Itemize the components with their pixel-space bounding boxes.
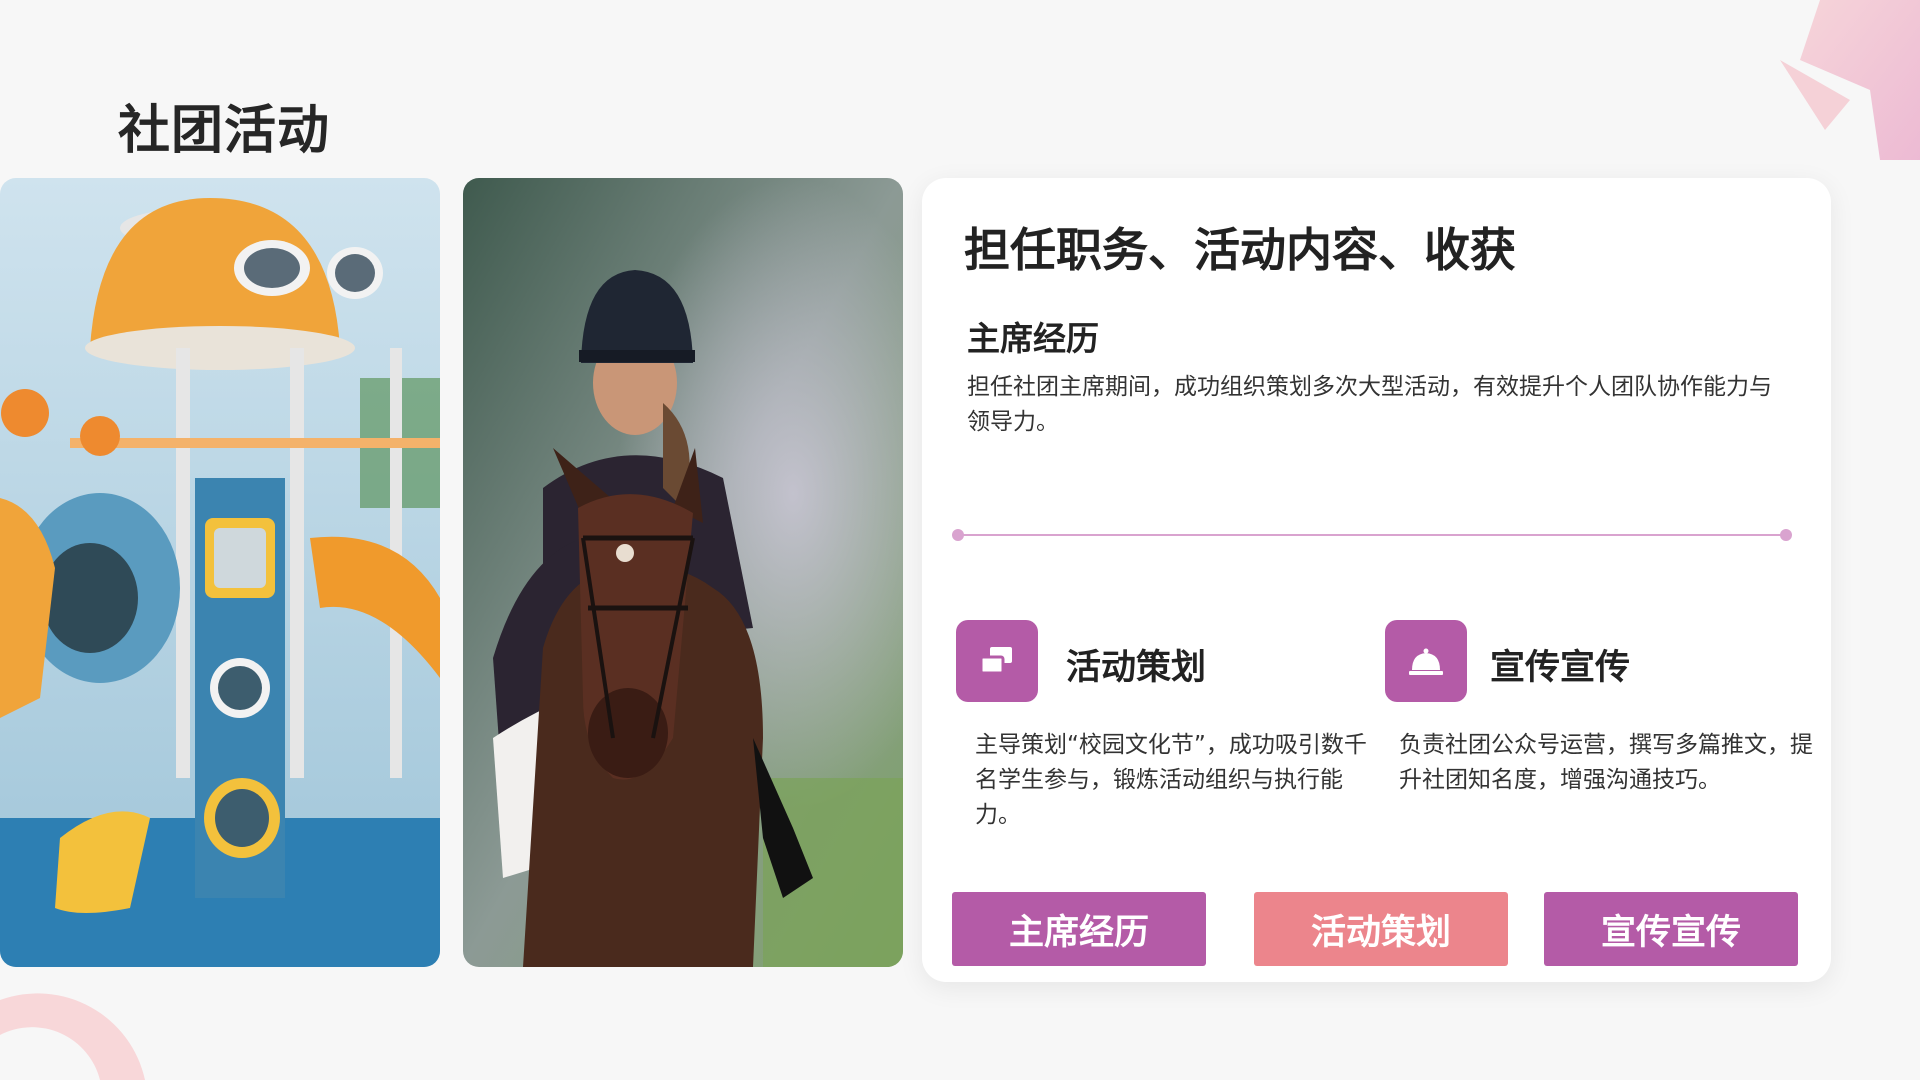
horse-rider-photo xyxy=(463,178,903,967)
windows-icon xyxy=(956,620,1038,702)
tab-chairman-experience[interactable]: 主席经历 xyxy=(952,892,1206,966)
feature-title-planning: 活动策划 xyxy=(1066,648,1207,688)
feature-title-publicity: 宣传宣传 xyxy=(1490,648,1631,688)
divider xyxy=(952,529,1792,541)
page-title: 社团活动 xyxy=(118,101,331,161)
divider-dot-left xyxy=(952,529,964,541)
tab-publicity[interactable]: 宣传宣传 xyxy=(1544,892,1798,966)
section-text: 担任社团主席期间，成功组织策划多次大型活动，有效提升个人团队协作能力与领导力。 xyxy=(967,374,1772,435)
content-card: 担任职务、活动内容、收获 主席经历 担任社团主席期间，成功组织策划多次大型活动，… xyxy=(922,178,1831,982)
feature-text-planning: 主导策划“校园文化节”，成功吸引数千名学生参与，锻炼活动组织与执行能力。 xyxy=(975,732,1367,828)
tab-activity-planning[interactable]: 活动策划 xyxy=(1254,892,1508,966)
section-title: 主席经历 xyxy=(967,319,1099,358)
corner-decoration-top-right xyxy=(1780,0,1920,160)
corner-decoration-bottom-left xyxy=(0,993,145,1080)
divider-dot-right xyxy=(1780,529,1792,541)
playground-photo xyxy=(0,178,440,967)
service-bell-icon xyxy=(1385,620,1467,702)
feature-text-publicity: 负责社团公众号运营，撰写多篇推文，提升社团知名度，增强沟通技巧。 xyxy=(1399,732,1813,793)
card-heading: 担任职务、活动内容、收获 xyxy=(964,223,1516,277)
